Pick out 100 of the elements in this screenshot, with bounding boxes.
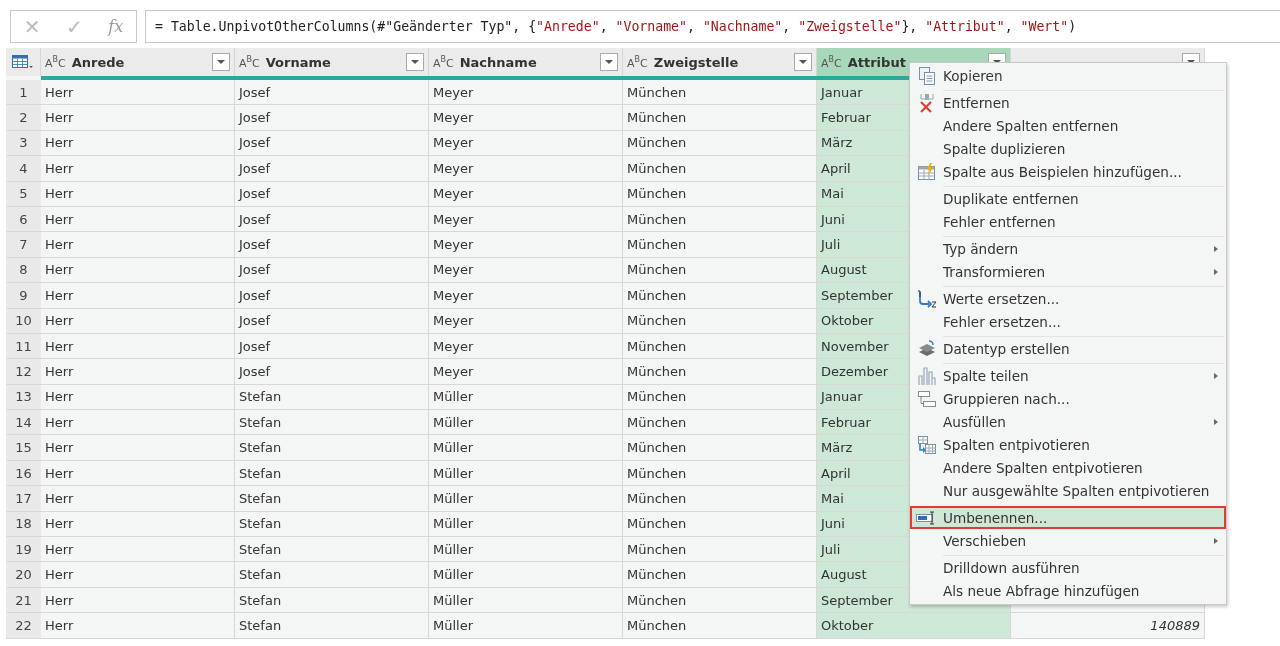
table-cell: Josef: [235, 359, 429, 385]
row-number: 14: [6, 410, 41, 436]
table-cell: Müller: [429, 435, 623, 461]
row-number: 11: [6, 333, 41, 360]
table-cell: Stefan: [235, 562, 429, 588]
table-cell: Herr: [41, 130, 235, 157]
table-cell: Herr: [41, 587, 235, 614]
table-cell: Josef: [235, 80, 429, 106]
table-cell: Meyer: [429, 308, 623, 334]
column-name: Nachname: [459, 54, 538, 70]
table-cell: Josef: [235, 156, 429, 182]
table-cell: Josef: [235, 130, 429, 157]
row-number: 16: [6, 460, 41, 487]
table-cell: Herr: [41, 359, 235, 385]
table-cell: Stefan: [235, 587, 429, 614]
table-cell: Herr: [41, 105, 235, 131]
table-cell: Herr: [41, 232, 235, 258]
table-cell: Herr: [41, 333, 235, 360]
type-label: A$^{B}$C: [239, 54, 260, 70]
table-cell: Herr: [41, 410, 235, 436]
table-cell: Meyer: [429, 105, 623, 131]
table-cell: Herr: [41, 181, 235, 207]
row-number: 15: [6, 435, 41, 461]
table-cell: Meyer: [429, 80, 623, 106]
table-cell: Müller: [429, 613, 623, 639]
type-label: A$^{B}$C: [45, 54, 66, 70]
table-cell: Herr: [41, 435, 235, 461]
table-cell: Meyer: [429, 283, 623, 309]
type-label: A$^{B}$C: [821, 54, 842, 70]
row-number: 5: [6, 181, 41, 207]
table-cell: Müller: [429, 486, 623, 512]
table-cell: Stefan: [235, 460, 429, 487]
table-cell: Herr: [41, 460, 235, 487]
table-cell: Stefan: [235, 384, 429, 411]
type-label: A$^{B}$C: [433, 54, 454, 70]
table-cell: Müller: [429, 562, 623, 588]
table-cell: Müller: [429, 460, 623, 487]
type-label: A$^{B}$C: [627, 54, 648, 70]
table-cell: Josef: [235, 206, 429, 233]
table-cell: München: [623, 181, 817, 207]
table-cell: Müller: [429, 587, 623, 614]
table-cell: Herr: [41, 511, 235, 538]
row-number: 10: [6, 308, 41, 334]
table-cell: München: [623, 308, 817, 334]
table-cell: Herr: [41, 384, 235, 411]
table-cell: Stefan: [235, 410, 429, 436]
table-cell: Josef: [235, 283, 429, 309]
table-cell: Josef: [235, 333, 429, 360]
table-cell: Josef: [235, 257, 429, 284]
table-cell: Meyer: [429, 206, 623, 233]
table-cell: Meyer: [429, 359, 623, 385]
table-cell: Herr: [41, 486, 235, 512]
column-name: Zweigstelle: [653, 54, 740, 70]
table-cell: Meyer: [429, 257, 623, 284]
table-cell: Herr: [41, 257, 235, 284]
table-cell: Herr: [41, 308, 235, 334]
table-cell: Herr: [41, 283, 235, 309]
column-name: Vorname: [265, 54, 332, 70]
table-cell: Stefan: [235, 435, 429, 461]
table-cell: Meyer: [429, 130, 623, 157]
row-number: 1: [6, 80, 41, 106]
column-name: Anrede: [71, 54, 126, 70]
row-number: 12: [6, 359, 41, 385]
table-cell: Müller: [429, 537, 623, 563]
column-name: Attribut: [847, 54, 907, 70]
row-number: 22: [6, 613, 41, 639]
table-cell: Müller: [429, 384, 623, 411]
table-cell: Herr: [41, 80, 235, 106]
table-cell: Herr: [41, 537, 235, 563]
row-number: 6: [6, 206, 41, 233]
row-number: 4: [6, 156, 41, 182]
table-cell: Herr: [41, 206, 235, 233]
table-cell: Meyer: [429, 156, 623, 182]
table-cell: Stefan: [235, 486, 429, 512]
table-cell: Meyer: [429, 232, 623, 258]
table-cell: Meyer: [429, 181, 623, 207]
table-cell: 140889: [1011, 613, 1205, 639]
row-number: 7: [6, 232, 41, 258]
table-cell: Oktober: [817, 613, 1011, 639]
table-cell: Josef: [235, 308, 429, 334]
table-cell: Herr: [41, 156, 235, 182]
table-cell: Josef: [235, 105, 429, 131]
table-cell: Meyer: [429, 333, 623, 360]
row-number: 21: [6, 587, 41, 614]
table-cell: Müller: [429, 410, 623, 436]
table-cell: Herr: [41, 613, 235, 639]
row-number: 17: [6, 486, 41, 512]
table-cell: Josef: [235, 181, 429, 207]
row-number: 8: [6, 257, 41, 284]
table-cell: Stefan: [235, 511, 429, 538]
row-number: 20: [6, 562, 41, 588]
table-cell: Stefan: [235, 613, 429, 639]
table-cell: Müller: [429, 511, 623, 538]
row-number: 9: [6, 283, 41, 309]
row-number: 13: [6, 384, 41, 411]
table-cell: Josef: [235, 232, 429, 258]
table-cell: Herr: [41, 562, 235, 588]
row-number: 3: [6, 130, 41, 157]
table-cell: Stefan: [235, 537, 429, 563]
row-number: 2: [6, 105, 41, 131]
